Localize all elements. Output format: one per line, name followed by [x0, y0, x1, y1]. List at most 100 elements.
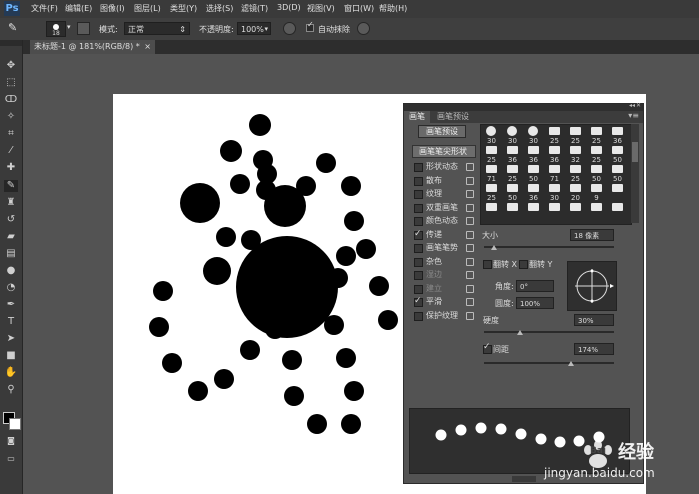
brush-option-row[interactable]: 形状动态 — [414, 160, 476, 173]
eraser-tool-icon[interactable]: ▰ — [4, 231, 18, 243]
size-slider-track[interactable] — [484, 246, 614, 248]
brush-tip-cell[interactable]: 20 — [565, 183, 586, 203]
brush-tip-cell[interactable]: 25 — [481, 183, 502, 203]
brush-tip-cell[interactable]: 25 — [481, 145, 502, 165]
brush-option-row[interactable]: 纹理 — [414, 187, 476, 200]
move-tool-icon[interactable]: ✥ — [4, 60, 18, 72]
brush-tip-cell[interactable]: 50 — [607, 145, 628, 165]
brush-presets-button[interactable]: 画笔预设 — [418, 125, 466, 138]
brush-option-row[interactable]: 散布 — [414, 174, 476, 187]
quick-select-tool-icon[interactable]: ✧ — [4, 111, 18, 123]
lock-icon[interactable] — [466, 190, 474, 198]
gradient-tool-icon[interactable]: ▤ — [4, 248, 18, 260]
brush-tip-cell[interactable]: 30 — [544, 183, 565, 203]
brush-option-checkbox[interactable] — [414, 203, 423, 213]
brush-tip-cell[interactable]: 71 — [544, 164, 565, 184]
menu-layer[interactable]: 图层(L) — [134, 3, 161, 14]
hand-tool-icon[interactable]: ✋ — [4, 367, 18, 379]
panel-resize-grip[interactable] — [512, 476, 536, 482]
menu-help[interactable]: 帮助(H) — [379, 3, 407, 14]
brush-tip-cell[interactable] — [502, 202, 523, 222]
opacity-input[interactable]: 100% ▾ — [237, 22, 271, 35]
tab-brush[interactable]: 画笔 — [404, 111, 430, 123]
hardness-input[interactable]: 30% — [574, 314, 614, 326]
brush-option-checkbox[interactable] — [414, 271, 423, 280]
brush-tip-cell[interactable]: 25 — [586, 126, 607, 146]
pressure-opacity-icon[interactable] — [283, 22, 296, 35]
brush-tip-cell[interactable]: 32 — [565, 145, 586, 165]
brush-tip-cell[interactable]: 25 — [565, 126, 586, 146]
menu-type[interactable]: 类型(Y) — [170, 3, 197, 14]
pressure-size-icon[interactable] — [357, 22, 370, 35]
brush-option-checkbox[interactable] — [414, 295, 423, 308]
brush-option-checkbox[interactable] — [414, 284, 423, 294]
brush-tip-cell[interactable] — [565, 202, 586, 222]
brush-tip-cell[interactable] — [523, 202, 544, 222]
lock-icon[interactable] — [466, 298, 474, 306]
brush-option-row[interactable]: 建立 — [414, 282, 476, 295]
brush-option-row[interactable]: 保护纹理 — [414, 309, 476, 322]
flip-x-checkbox[interactable] — [483, 260, 492, 269]
path-select-tool-icon[interactable]: ➤ — [4, 333, 18, 345]
brush-tip-cell[interactable]: 36 — [523, 145, 544, 165]
scrollbar-thumb[interactable] — [632, 142, 638, 162]
quick-mask-icon[interactable]: ◙ — [4, 435, 18, 447]
panel-menu-icon[interactable]: ▾≡ — [628, 111, 639, 120]
spacing-input[interactable]: 174% — [574, 343, 614, 355]
brush-tip-cell[interactable]: 36 — [502, 145, 523, 165]
brush-tip-cell[interactable]: 30 — [481, 126, 502, 146]
hardness-slider-track[interactable] — [484, 331, 614, 333]
document-tab[interactable]: 未标题-1 @ 181%(RGB/8) * × — [30, 40, 155, 54]
brush-option-row[interactable]: 湿边 — [414, 268, 476, 281]
lock-icon[interactable] — [466, 284, 474, 293]
chevron-down-icon[interactable]: ▾ — [67, 23, 71, 31]
crop-tool-icon[interactable]: ⌗ — [4, 128, 18, 140]
brush-option-row[interactable]: 双重画笔 — [414, 201, 476, 214]
lock-icon[interactable] — [466, 311, 474, 320]
brush-tip-cell[interactable]: 9 — [586, 183, 607, 203]
brush-tip-cell[interactable]: 30 — [502, 126, 523, 146]
brush-tip-cell[interactable]: 50 — [607, 164, 628, 184]
mode-select[interactable]: 正常 ⇕ — [124, 22, 190, 35]
screen-mode-icon[interactable]: ▭ — [4, 453, 18, 465]
pen-tool-icon[interactable]: ✒ — [4, 299, 18, 311]
menu-view[interactable]: 视图(V) — [307, 3, 335, 14]
brush-tip-cell[interactable]: 50 — [586, 164, 607, 184]
brush-option-checkbox[interactable] — [414, 190, 423, 199]
brush-tip-cell[interactable]: 36 — [523, 183, 544, 203]
brush-tip-cell[interactable] — [607, 183, 628, 203]
menu-select[interactable]: 选择(S) — [206, 3, 233, 14]
blur-tool-icon[interactable]: ● — [4, 265, 18, 277]
lock-icon[interactable] — [466, 163, 474, 171]
angle-roundness-widget[interactable] — [567, 261, 617, 311]
flip-y-checkbox[interactable] — [519, 260, 528, 269]
brush-tool-icon[interactable]: ✎ — [4, 180, 18, 192]
brush-option-checkbox[interactable] — [414, 163, 423, 172]
spacing-slider-thumb[interactable] — [568, 361, 574, 366]
brush-option-checkbox[interactable] — [414, 176, 423, 186]
size-input[interactable]: 18 像素 — [570, 229, 614, 241]
brush-size-picker[interactable]: 18 — [46, 21, 66, 37]
brush-option-row[interactable]: 平滑 — [414, 295, 476, 308]
close-icon[interactable]: × — [144, 40, 151, 54]
brush-tip-cell[interactable]: 36 — [607, 126, 628, 146]
brush-tip-cell[interactable]: 25 — [544, 126, 565, 146]
angle-input[interactable]: 0° — [516, 280, 554, 292]
lock-icon[interactable] — [466, 230, 474, 239]
type-tool-icon[interactable]: T — [4, 316, 18, 328]
auto-erase-checkbox[interactable]: ✓ — [306, 20, 314, 32]
brush-tip-cell[interactable]: 30 — [523, 126, 544, 146]
spacing-checkbox[interactable]: ✓ — [483, 342, 492, 354]
menu-filter[interactable]: 滤镜(T) — [241, 3, 268, 14]
brush-option-checkbox[interactable] — [414, 244, 423, 253]
lasso-tool-icon[interactable]: ↀ — [4, 94, 18, 106]
brush-tip-grid[interactable]: 30 30 30 25 25 25 36 25 36 36 36 32 25 50 71 25 50 71 25 50… — [480, 124, 632, 225]
brush-option-row[interactable]: 画笔笔势 — [414, 241, 476, 254]
menu-edit[interactable]: 编辑(E) — [65, 3, 92, 14]
healing-tool-icon[interactable]: ✚ — [4, 162, 18, 174]
marquee-tool-icon[interactable]: ⬚ — [4, 77, 18, 89]
lock-icon[interactable] — [466, 271, 474, 279]
dodge-tool-icon[interactable]: ◔ — [4, 282, 18, 294]
brush-tip-cell[interactable]: 25 — [565, 164, 586, 184]
spacing-slider-track[interactable] — [484, 362, 614, 364]
